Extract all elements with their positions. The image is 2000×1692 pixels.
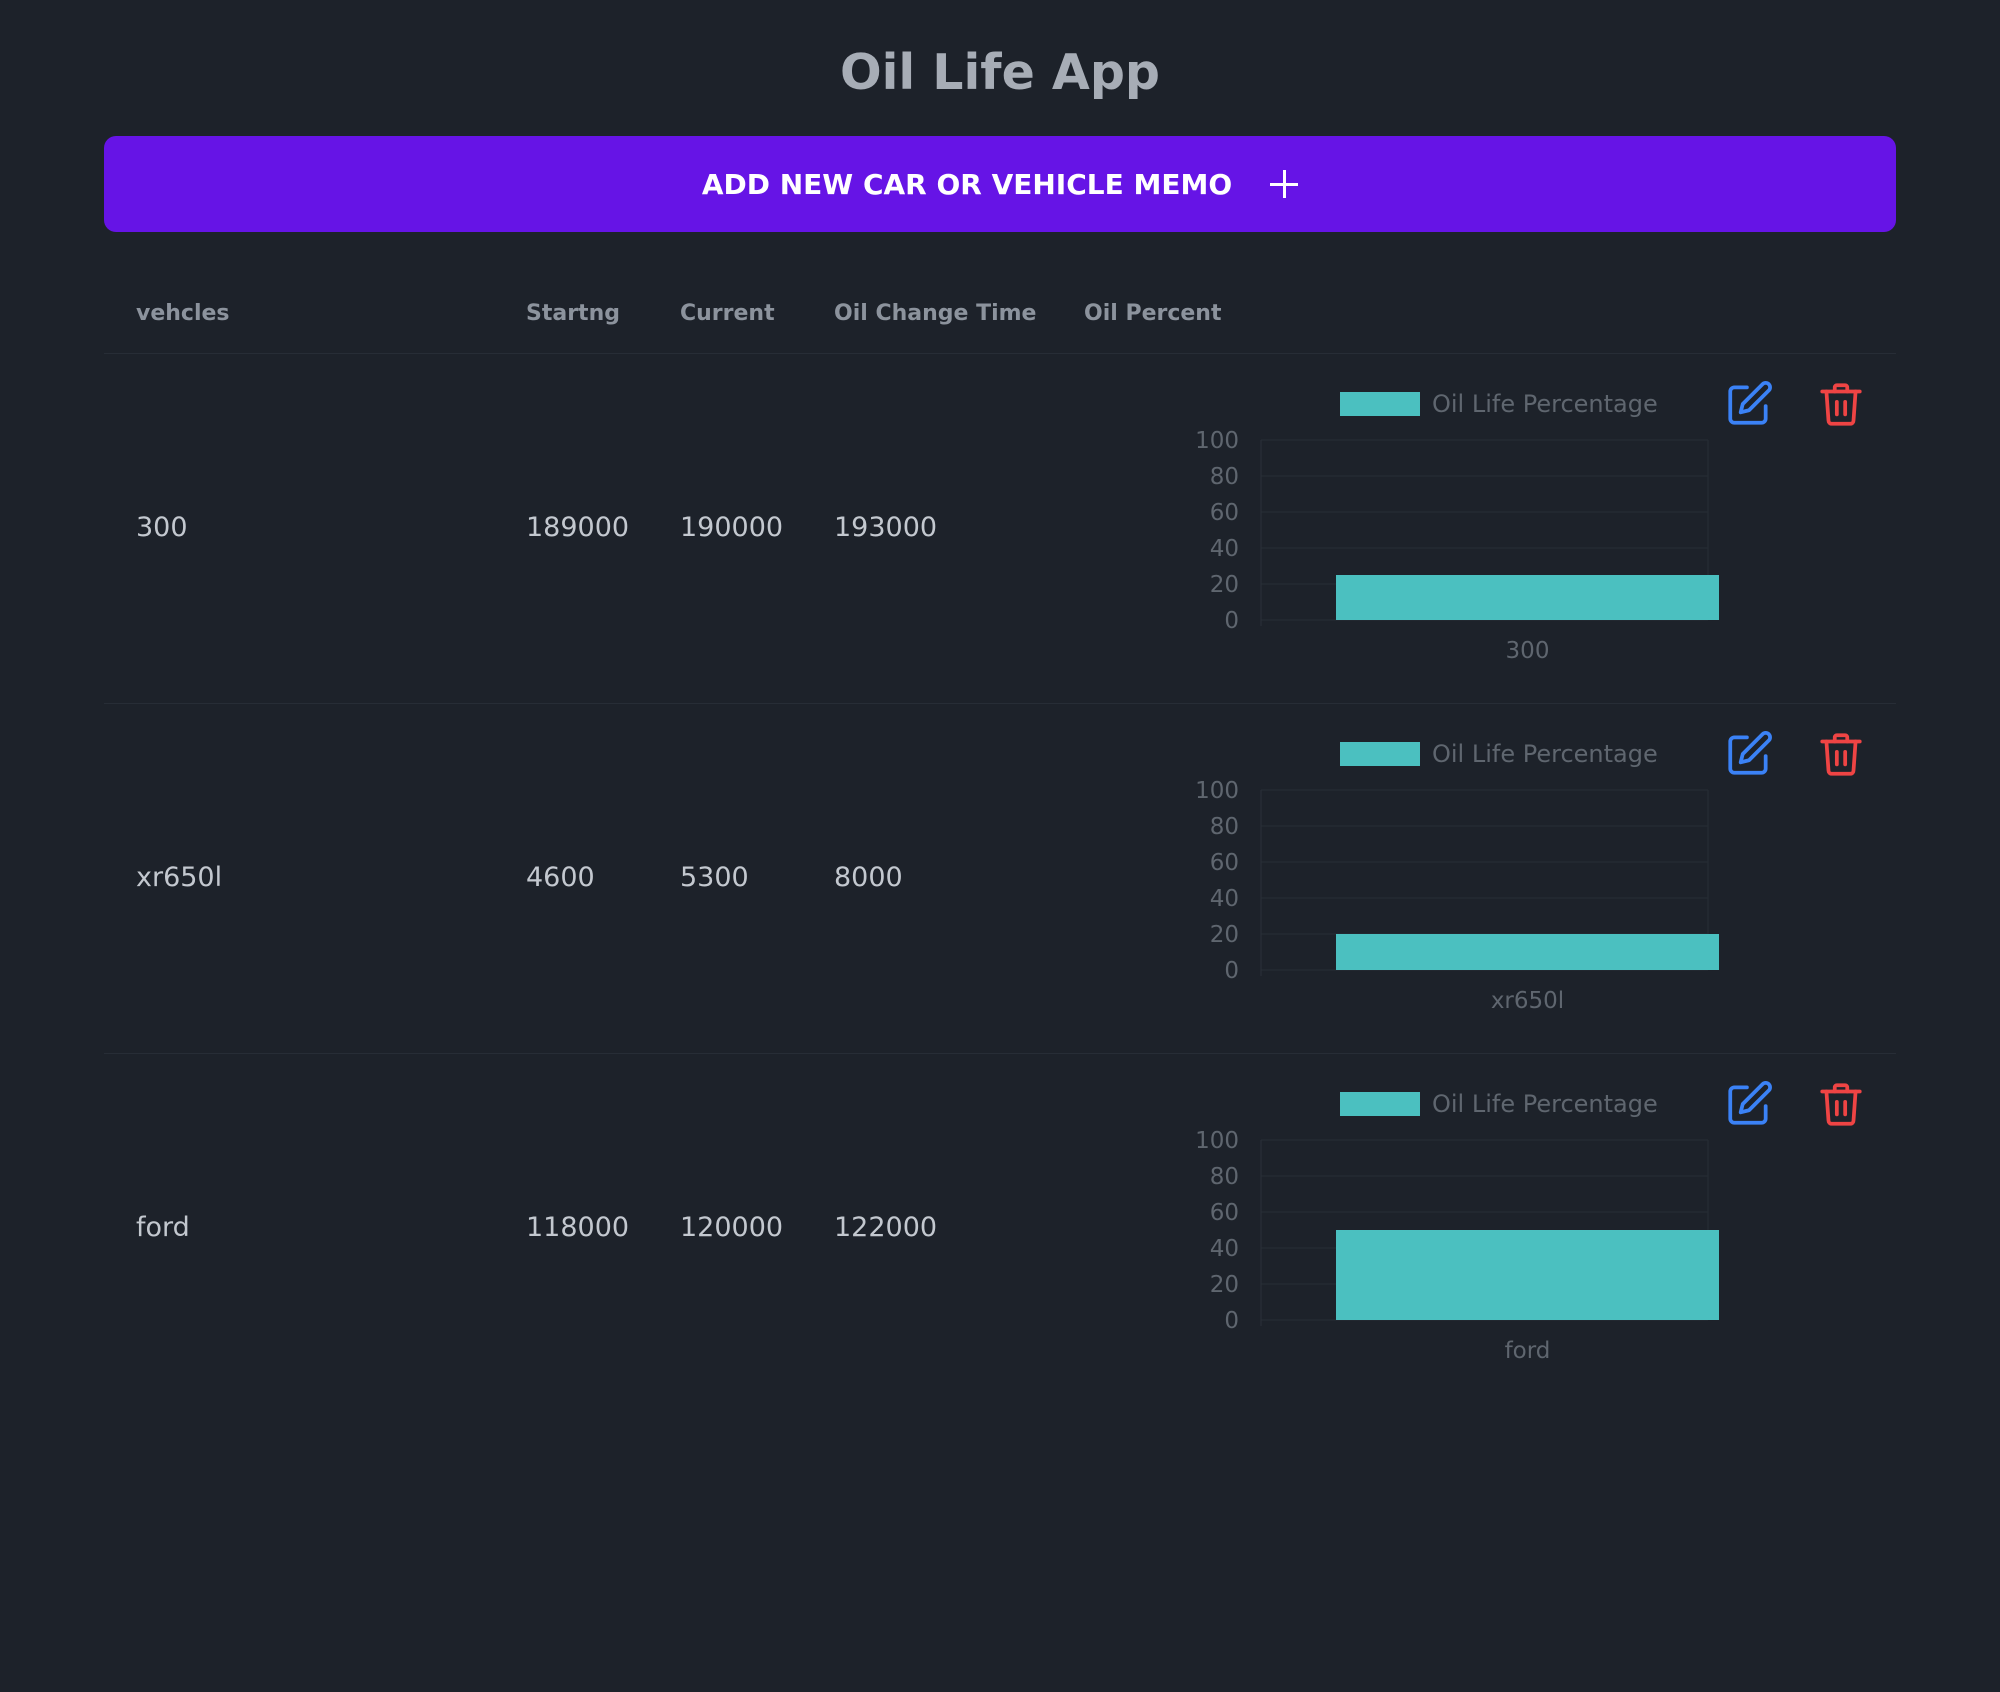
oil-percent-chart: Oil Life Percentage 100 80 60 40 20 0 300: [1195, 390, 1719, 664]
cell-oil-change-time: 122000: [834, 1212, 938, 1243]
legend-swatch: [1340, 742, 1420, 766]
y-tick-label: 100: [1195, 428, 1239, 454]
oil-percent-chart: Oil Life Percentage 100 80 60 40 20 0 xr650l: [1195, 740, 1719, 1014]
y-tick-label: 20: [1210, 572, 1239, 598]
legend-label: Oil Life Percentage: [1432, 740, 1658, 768]
cell-oil-change-time: 8000: [834, 862, 903, 893]
y-tick-label: 40: [1210, 886, 1239, 912]
header-starting: Startng: [526, 301, 620, 326]
plus-icon: [1270, 170, 1299, 198]
y-tick-label: 100: [1195, 778, 1239, 804]
legend-label: Oil Life Percentage: [1432, 1090, 1658, 1118]
y-tick-label: 20: [1210, 922, 1239, 948]
y-tick-label: 60: [1210, 1200, 1239, 1226]
trash-icon[interactable]: [1816, 1079, 1866, 1129]
cell-starting: 4600: [526, 862, 595, 893]
y-tick-label: 100: [1195, 1128, 1239, 1154]
y-tick-label: 80: [1210, 464, 1239, 490]
header-oil-percent: Oil Percent: [1084, 301, 1222, 326]
y-tick-label: 0: [1224, 608, 1239, 634]
oil-percent-bar: [1336, 575, 1719, 620]
legend-swatch: [1340, 1092, 1420, 1116]
oil-percent-bar: [1336, 934, 1719, 970]
app-title: Oil Life App: [839, 44, 1160, 101]
header-current: Current: [680, 301, 775, 326]
header-vehicles: vehcles: [136, 301, 230, 326]
cell-vehicle: 300: [136, 512, 188, 543]
y-tick-label: 80: [1210, 814, 1239, 840]
edit-icon[interactable]: [1724, 379, 1774, 429]
y-tick-label: 80: [1210, 1164, 1239, 1190]
legend-swatch: [1340, 392, 1420, 416]
cell-vehicle: ford: [136, 1212, 190, 1243]
oil-percent-bar: [1336, 1230, 1719, 1320]
add-vehicle-button[interactable]: ADD NEW CAR OR VEHICLE MEMO: [104, 136, 1896, 232]
table-header: vehcles Startng Current Oil Change Time …: [104, 278, 1896, 354]
cell-current: 190000: [680, 512, 784, 543]
y-tick-label: 0: [1224, 1308, 1239, 1334]
legend-label: Oil Life Percentage: [1432, 390, 1658, 418]
table-row: ford 118000 120000 122000 Oil Life Percentag…: [104, 1054, 1896, 1404]
cell-vehicle: xr650l: [136, 862, 223, 893]
cell-starting: 118000: [526, 1212, 630, 1243]
cell-current: 5300: [680, 862, 749, 893]
header-oil-change-time: Oil Change Time: [834, 301, 1037, 326]
table-row: 300 189000 190000 193000 Oil Life Percentage…: [104, 354, 1896, 704]
y-tick-label: 40: [1210, 1236, 1239, 1262]
add-vehicle-button-label: ADD NEW CAR OR VEHICLE MEMO: [701, 167, 1233, 201]
table-row: xr650l 4600 5300 8000 Oil Life Percentage 100…: [104, 704, 1896, 1054]
y-tick-label: 60: [1210, 500, 1239, 526]
y-tick-label: 40: [1210, 536, 1239, 562]
y-tick-label: 60: [1210, 850, 1239, 876]
edit-icon[interactable]: [1724, 729, 1774, 779]
cell-oil-change-time: 193000: [834, 512, 938, 543]
y-tick-label: 20: [1210, 1272, 1239, 1298]
cell-starting: 189000: [526, 512, 630, 543]
trash-icon[interactable]: [1816, 379, 1866, 429]
x-category-label: ford: [1505, 1338, 1551, 1364]
cell-current: 120000: [680, 1212, 784, 1243]
trash-icon[interactable]: [1816, 729, 1866, 779]
x-category-label: 300: [1506, 638, 1550, 664]
oil-percent-chart: Oil Life Percentage 100 80 60 40 20 0 ford: [1195, 1090, 1719, 1364]
y-tick-label: 0: [1224, 958, 1239, 984]
edit-icon[interactable]: [1724, 1079, 1774, 1129]
x-category-label: xr650l: [1491, 988, 1564, 1014]
